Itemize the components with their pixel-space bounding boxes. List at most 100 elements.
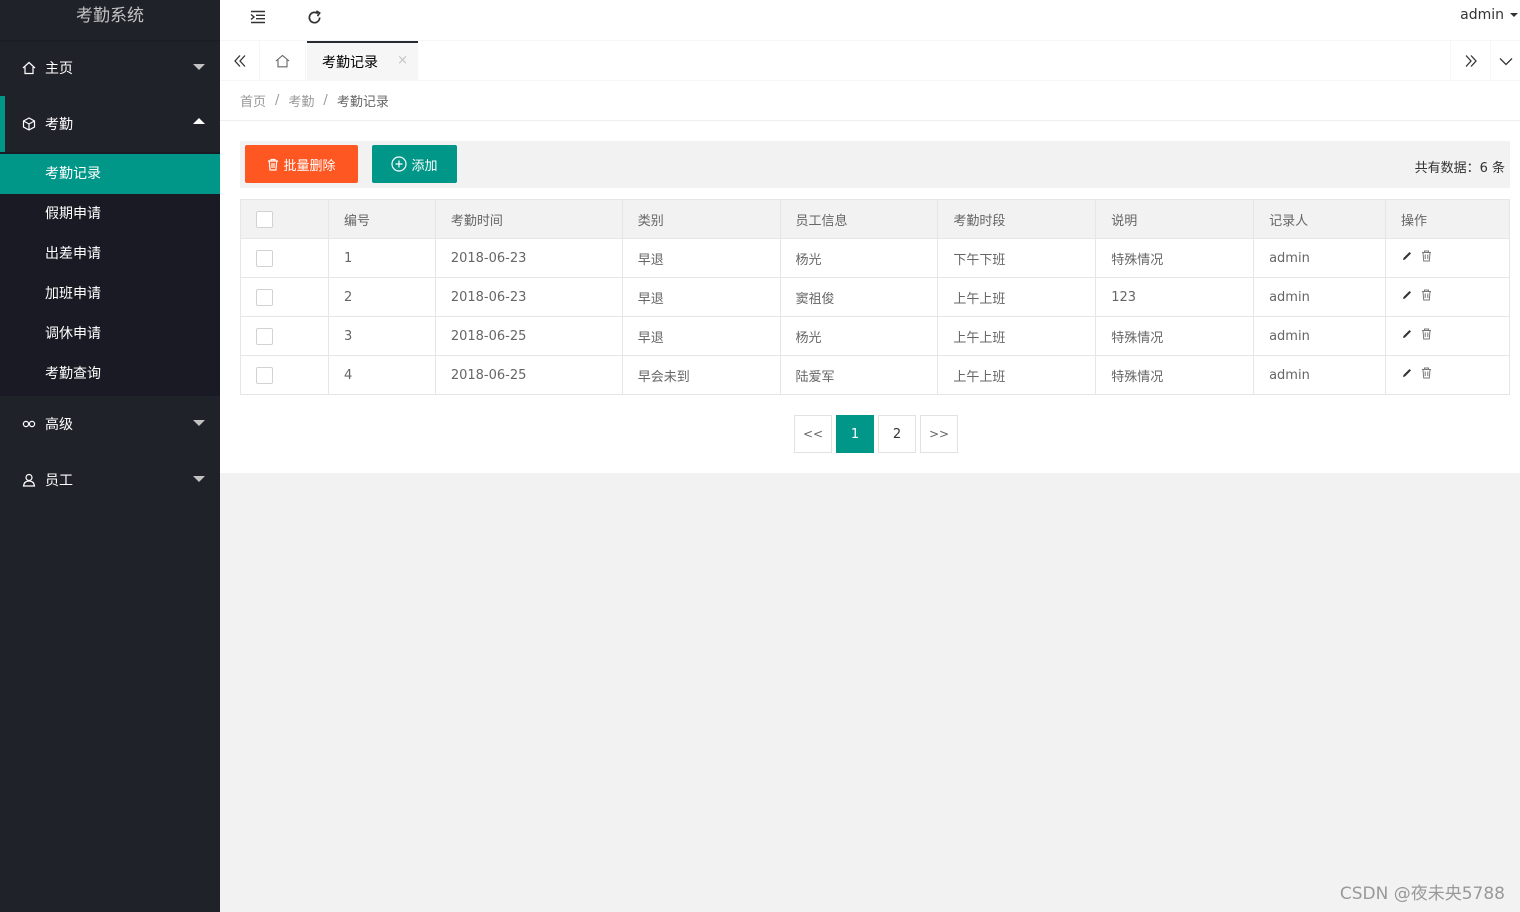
tab-home[interactable] [260,41,306,81]
pager-page-1[interactable]: 1 [836,415,874,453]
tabs-menu-button[interactable] [1490,41,1520,81]
edit-icon[interactable] [1401,250,1413,262]
batch-delete-label: 批量删除 [283,158,336,174]
sidebar-item-overtime[interactable]: 加班申请 [0,274,220,314]
sidebar-group-label: 主页 [45,61,73,77]
sidebar-item-business-trip[interactable]: 出差申请 [0,234,220,274]
edit-icon[interactable] [1401,367,1413,379]
column-header: 员工信息 [779,199,939,239]
content-card: 批量删除 添加 共有数据：6 条 编号 考勤时间 类别 员工信息 考勤时段 说明… [220,121,1520,473]
refresh-icon [308,9,321,23]
table-cell: 陆爱军 [779,355,939,395]
table-cell: 2 [327,277,436,317]
row-select-cell [240,277,329,317]
row-checkbox[interactable] [256,366,273,384]
sidebar-group-advanced[interactable]: 高级 [0,396,220,452]
sidebar-group-attendance[interactable]: 考勤 [0,96,220,152]
breadcrumb-separator: / [323,93,328,108]
pager-prev-button[interactable]: << [794,415,832,453]
table-cell: 杨光 [779,316,939,356]
trash-icon[interactable] [1421,250,1432,262]
table-cell: admin [1253,355,1386,395]
column-header: 说明 [1095,199,1255,239]
sidebar-item-attendance-query[interactable]: 考勤查询 [0,354,220,394]
sidebar-subnav: 考勤记录 假期申请 出差申请 加班申请 调休申请 考勤查询 [0,152,220,396]
table-cell: 3 [327,316,436,356]
user-icon [20,473,38,487]
table-cell: 2018-06-23 [434,238,623,278]
chevron-down-icon [193,476,205,482]
chevron-down-icon [1510,13,1518,17]
trash-icon[interactable] [1421,328,1432,340]
table-cell: 窦祖俊 [779,277,939,317]
tab-attendance-record[interactable]: 考勤记录 × [307,41,418,81]
table-cell: 早退 [621,316,781,356]
double-chevron-right-icon [1465,55,1477,67]
row-checkbox[interactable] [256,249,273,267]
breadcrumb-section[interactable]: 考勤 [288,91,314,110]
sidebar-group-label: 员工 [45,473,73,489]
table-cell: 4 [327,355,436,395]
table-cell: 123 [1095,277,1255,317]
user-menu[interactable]: admin [1460,7,1518,23]
row-checkbox[interactable] [256,327,273,345]
breadcrumb-home[interactable]: 首页 [240,91,266,110]
tabs-scroll-left-button[interactable] [220,41,260,81]
table-cell: 2018-06-23 [434,277,623,317]
table-cell: 杨光 [779,238,939,278]
add-button[interactable]: 添加 [372,145,457,183]
pager-next-button[interactable]: >> [920,415,958,453]
refresh-button[interactable] [299,4,329,30]
row-checkbox[interactable] [256,288,273,306]
sidebar-item-leave-request[interactable]: 假期申请 [0,194,220,234]
table-cell: 早会未到 [621,355,781,395]
watermark: CSDN @夜未央5788 [1339,884,1505,904]
table-cell: 上午上班 [937,277,1097,317]
add-label: 添加 [411,158,438,174]
user-name: admin [1460,7,1504,23]
table-cell: 特殊情况 [1095,238,1255,278]
top-header: admin [220,0,1520,41]
table-cell: admin [1253,238,1386,278]
double-chevron-left-icon [233,55,245,67]
plus-circle-icon [391,156,408,172]
header-select-all [240,199,329,239]
sidebar-group-employee[interactable]: 员工 [0,452,220,508]
home-icon [275,54,290,68]
trash-icon[interactable] [1421,289,1432,301]
cube-icon [20,117,38,131]
select-all-checkbox[interactable] [256,210,273,228]
table-cell: 2018-06-25 [434,355,623,395]
tabs-scroll-right-button[interactable] [1450,41,1490,81]
table-cell: 上午上班 [937,355,1097,395]
sidebar-group-home[interactable]: 主页 [0,40,220,96]
pager-page-2[interactable]: 2 [878,415,916,453]
trash-icon[interactable] [1421,367,1432,379]
column-header: 操作 [1385,199,1510,239]
edit-icon[interactable] [1401,289,1413,301]
link-icon [20,419,38,429]
sidebar-item-compensatory-leave[interactable]: 调休申请 [0,314,220,354]
breadcrumb-current: 考勤记录 [336,95,389,110]
table-cell: admin [1253,316,1386,356]
table-cell: 下午下班 [937,238,1097,278]
row-actions [1385,355,1510,395]
row-select-cell [240,238,329,278]
chevron-down-icon [193,64,205,70]
row-select-cell [240,355,329,395]
chevron-down-icon [1499,57,1512,65]
menu-toggle-button[interactable] [243,4,273,30]
table-cell: admin [1253,277,1386,317]
sidebar-item-attendance-record[interactable]: 考勤记录 [0,154,220,194]
batch-delete-button[interactable]: 批量删除 [245,145,358,183]
breadcrumb-separator: / [275,93,280,108]
toolbar: 批量删除 添加 共有数据：6 条 [240,141,1510,188]
close-icon[interactable]: × [397,53,408,68]
app-logo: 考勤系统 [0,0,220,40]
tabs-bar: 考勤记录 × [220,41,1520,81]
table-cell: 1 [327,238,436,278]
table-cell: 特殊情况 [1095,316,1255,356]
sidebar: 考勤系统 主页 考勤 考勤记录 假期申请 出差申请 加班申请 调休申请 考勤查询… [0,0,220,912]
row-select-cell [240,316,329,356]
edit-icon[interactable] [1401,328,1413,340]
